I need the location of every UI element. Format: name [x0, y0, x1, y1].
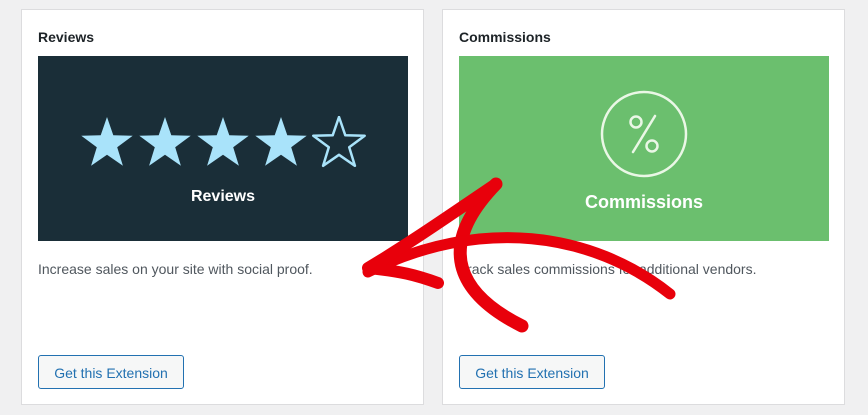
reviews-banner: Reviews [38, 56, 408, 241]
commissions-card: Commissions Commissions Track sales comm… [442, 9, 845, 405]
card-title: Commissions [459, 29, 551, 45]
card-description: Track sales commissions for additional v… [459, 261, 757, 277]
commissions-banner: Commissions [459, 56, 829, 241]
banner-caption: Reviews [190, 188, 256, 205]
star-icon [197, 117, 249, 166]
star-icon [139, 117, 191, 166]
star-icon [81, 117, 133, 166]
get-extension-button[interactable]: Get this Extension [459, 355, 605, 389]
star-rating-icon [81, 116, 366, 168]
half-star-outline [312, 116, 366, 168]
get-extension-button[interactable]: Get this Extension [38, 355, 184, 389]
card-title: Reviews [38, 29, 95, 45]
card-description: Increase sales on your site with social … [38, 261, 313, 277]
star-icon [255, 117, 307, 166]
banner-caption: Commissions [584, 192, 704, 212]
reviews-card: Reviews Reviews Increase sales on your s… [21, 9, 424, 405]
percent-circle-icon [600, 90, 688, 178]
